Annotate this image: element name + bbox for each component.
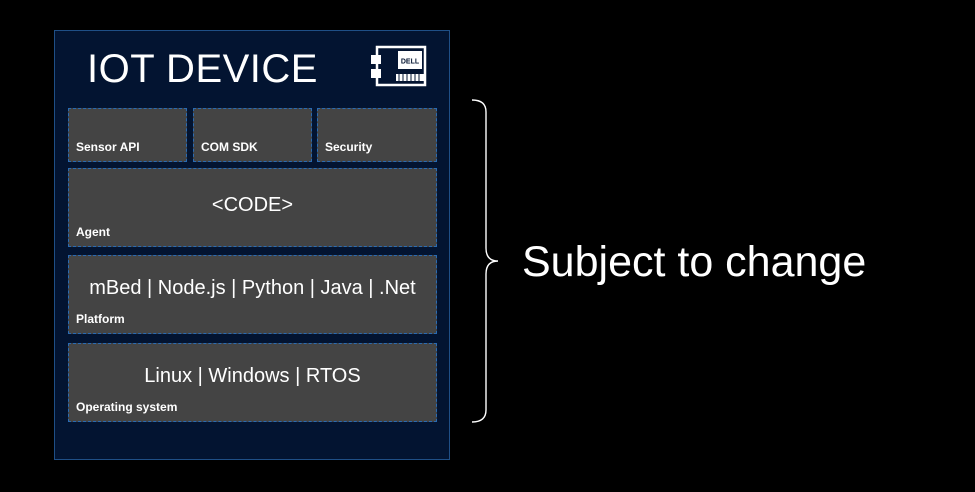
platform-list-text: mBed | Node.js | Python | Java | .Net: [89, 277, 416, 299]
platform-block: mBed | Node.js | Python | Java | .Net Pl…: [68, 255, 437, 334]
dell-board-icon: DELL: [371, 45, 427, 87]
dell-logo-text: DELL: [401, 59, 420, 66]
agent-label: Agent: [76, 225, 110, 239]
sensor-api-label: Sensor API: [76, 140, 140, 154]
sensor-api-block: Sensor API: [68, 108, 187, 162]
agent-block: <CODE> Agent: [68, 168, 437, 247]
security-block: Security: [317, 108, 437, 162]
right-curly-brace-icon: [471, 99, 499, 423]
os-block: Linux | Windows | RTOS Operating system: [68, 343, 437, 422]
iot-device-panel: IOT DEVICE DELL Sensor API COM SDK Secur…: [54, 30, 450, 460]
com-sdk-block: COM SDK: [193, 108, 312, 162]
os-list-text: Linux | Windows | RTOS: [144, 365, 361, 387]
security-label: Security: [325, 140, 373, 154]
platform-label: Platform: [76, 312, 125, 326]
com-sdk-label: COM SDK: [201, 140, 258, 154]
subject-to-change-text: Subject to change: [522, 238, 867, 286]
os-label: Operating system: [76, 400, 178, 414]
device-title: IOT DEVICE: [87, 47, 318, 91]
agent-code-text: <CODE>: [211, 194, 294, 216]
